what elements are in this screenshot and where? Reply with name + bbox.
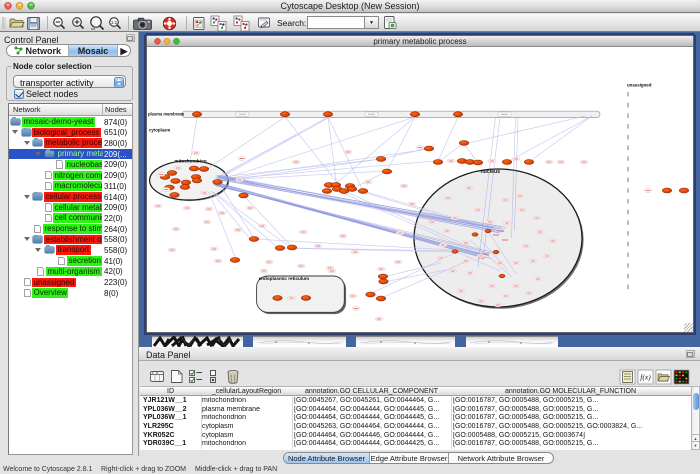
svg-text:mitochondrion: mitochondrion	[175, 158, 207, 163]
svg-text:endoplasmic reticulum: endoplasmic reticulum	[259, 276, 310, 281]
svg-text:plasma membrane: plasma membrane	[148, 111, 185, 116]
svg-text:unassigned: unassigned	[627, 83, 652, 88]
svg-text:nucleus: nucleus	[481, 169, 501, 175]
svg-text:f(x): f(x)	[640, 373, 651, 382]
svg-text:cytoplasm: cytoplasm	[149, 127, 170, 132]
svg-text:1:1: 1:1	[111, 20, 118, 25]
